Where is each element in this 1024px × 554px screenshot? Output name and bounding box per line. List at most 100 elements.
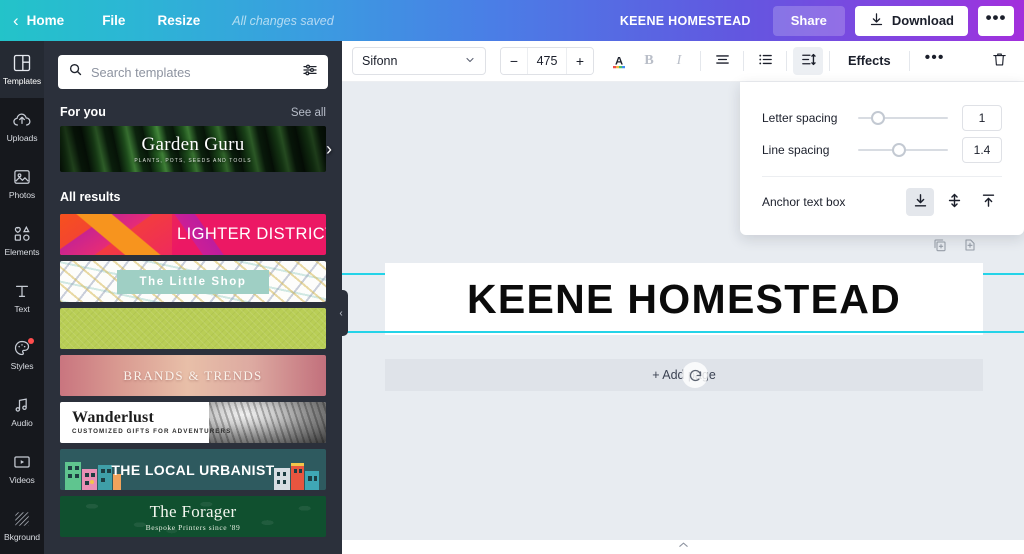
home-menu-item[interactable]: Home xyxy=(27,0,87,41)
sidebar-label-styles: Styles xyxy=(10,361,34,371)
svg-text:A: A xyxy=(615,55,623,67)
chevron-down-icon xyxy=(464,54,476,69)
trash-icon xyxy=(991,51,1008,71)
template-thumb-label: THE LOCAL URBANIST xyxy=(111,461,275,478)
font-family-value: Sifonn xyxy=(362,54,398,68)
buildings-right-illustration xyxy=(274,463,319,490)
sidebar-item-elements[interactable]: Elements xyxy=(0,212,44,269)
slider-knob[interactable] xyxy=(870,111,885,125)
design-text-element[interactable]: KEENE HOMESTEAD xyxy=(467,278,901,320)
text-color-button[interactable]: A xyxy=(604,47,634,75)
document-title[interactable]: KEENE HOMESTEAD xyxy=(620,14,751,28)
chevron-right-icon[interactable]: › xyxy=(326,140,332,158)
anchor-top-button[interactable] xyxy=(974,188,1002,216)
sidebar-item-background[interactable]: Bkground xyxy=(0,497,44,554)
all-results-title: All results xyxy=(60,190,121,204)
font-size-stepper: − + xyxy=(500,47,594,75)
sidebar-item-audio[interactable]: Audio xyxy=(0,383,44,440)
bottom-panel-expand-tab[interactable] xyxy=(640,540,726,554)
sliders-filter-icon[interactable] xyxy=(302,62,318,83)
all-results-header: All results xyxy=(44,172,342,214)
template-thumb-label: LIGHTER DISTRICT xyxy=(177,225,326,243)
file-menu-item[interactable]: File xyxy=(86,0,141,41)
toolbar-more-button[interactable]: ••• xyxy=(916,47,954,75)
slider-knob[interactable] xyxy=(891,143,906,157)
italic-button[interactable]: I xyxy=(664,47,694,75)
template-thumb-brands-and-trends[interactable]: BRANDS & TRENDS xyxy=(60,355,326,396)
for-you-template-card[interactable]: Garden Guru PLANTS, POTS, SEEDS AND TOOL… xyxy=(60,126,326,172)
delete-button[interactable] xyxy=(984,47,1014,75)
toolbar-divider xyxy=(700,51,701,71)
text-align-button[interactable] xyxy=(707,47,737,75)
sidebar-item-styles[interactable]: Styles xyxy=(0,326,44,383)
sidebar-label-uploads: Uploads xyxy=(6,133,38,143)
line-spacing-button[interactable] xyxy=(793,47,823,75)
template-thumb-label: Wanderlust xyxy=(72,408,155,426)
font-size-increase-button[interactable]: + xyxy=(567,48,593,74)
for-you-see-all-link[interactable]: See all xyxy=(291,107,326,119)
sidebar-label-photos: Photos xyxy=(8,190,36,200)
anchor-bottom-icon xyxy=(912,192,929,212)
anchor-middle-button[interactable] xyxy=(940,188,968,216)
search-box[interactable] xyxy=(58,55,328,89)
template-thumb-the-little-shop[interactable]: The Little Shop xyxy=(60,261,326,302)
for-you-card-subtitle: PLANTS, POTS, SEEDS AND TOOLS xyxy=(134,158,252,164)
bullet-list-icon xyxy=(757,51,774,71)
download-button[interactable]: Download xyxy=(854,5,968,36)
letter-spacing-slider[interactable] xyxy=(858,110,948,126)
line-spacing-icon xyxy=(800,51,817,71)
anchor-bottom-button[interactable] xyxy=(906,188,934,216)
panel-collapse-handle[interactable]: ‹ xyxy=(334,290,348,336)
template-thumb-sublabel: Bespoke Printers since '89 xyxy=(145,522,241,532)
line-spacing-input[interactable] xyxy=(962,137,1002,163)
template-thumb-green-blank[interactable] xyxy=(60,308,326,349)
sidebar-item-videos[interactable]: Videos xyxy=(0,440,44,497)
text-toolbar: Sifonn − + A B xyxy=(342,41,1024,82)
toolbar-divider xyxy=(829,51,830,71)
bullet-list-button[interactable] xyxy=(750,47,780,75)
template-thumb-label: The Little Shop xyxy=(117,269,269,294)
template-thumb-the-local-urbanist[interactable]: THE LOCAL URBANIST xyxy=(60,449,326,490)
sidebar-item-photos[interactable]: Photos xyxy=(0,155,44,212)
resize-menu-item[interactable]: Resize xyxy=(141,0,216,41)
top-bar-left-group: ‹ Home File Resize All changes saved xyxy=(0,0,334,41)
download-icon xyxy=(869,12,884,30)
bold-button[interactable]: B xyxy=(634,47,664,75)
font-size-input[interactable] xyxy=(527,48,567,74)
template-thumb-the-forager[interactable]: The Forager Bespoke Printers since '89 xyxy=(60,496,326,537)
line-spacing-slider[interactable] xyxy=(858,142,948,158)
video-icon xyxy=(12,452,32,472)
template-results-list: LIGHTER DISTRICT The Little Shop BRANDS … xyxy=(44,214,342,537)
italic-label: I xyxy=(676,53,682,68)
page-canvas[interactable]: KEENE HOMESTEAD xyxy=(385,263,983,335)
align-center-icon xyxy=(714,51,731,71)
add-page-bar[interactable]: + Add page xyxy=(385,359,983,391)
toolbar-divider xyxy=(786,51,787,71)
add-page-icon[interactable] xyxy=(962,237,978,258)
effects-button[interactable]: Effects xyxy=(836,47,903,75)
background-hatch-icon xyxy=(12,509,32,529)
search-icon xyxy=(68,62,83,82)
share-button[interactable]: Share xyxy=(772,5,845,36)
line-spacing-label: Line spacing xyxy=(762,143,830,157)
music-note-icon xyxy=(12,395,32,415)
sidebar-item-uploads[interactable]: Uploads xyxy=(0,98,44,155)
search-input[interactable] xyxy=(91,64,294,80)
sidebar-item-text[interactable]: Text xyxy=(0,269,44,326)
font-family-select[interactable]: Sifonn xyxy=(352,47,486,75)
bold-label: B xyxy=(644,53,654,68)
elements-icon xyxy=(12,224,32,244)
template-thumb-wanderlust[interactable]: Wanderlust CUSTOMIZED GIFTS FOR ADVENTUR… xyxy=(60,402,326,443)
duplicate-page-icon[interactable] xyxy=(932,237,948,258)
template-thumb-lighter-district[interactable]: LIGHTER DISTRICT xyxy=(60,214,326,255)
template-thumb-label: BRANDS & TRENDS xyxy=(123,367,263,383)
back-chevron-icon[interactable]: ‹ xyxy=(13,12,19,29)
font-size-decrease-button[interactable]: − xyxy=(501,48,527,74)
bottom-panel-bar xyxy=(342,540,1024,554)
canva-editor-app: ‹ Home File Resize All changes saved KEE… xyxy=(0,0,1024,554)
sidebar-item-templates[interactable]: Templates xyxy=(0,41,44,98)
top-bar-more-button[interactable]: ••• xyxy=(978,5,1014,36)
letter-spacing-input[interactable] xyxy=(962,105,1002,131)
templates-icon xyxy=(12,53,32,73)
sidebar-label-background: Bkground xyxy=(4,532,40,542)
